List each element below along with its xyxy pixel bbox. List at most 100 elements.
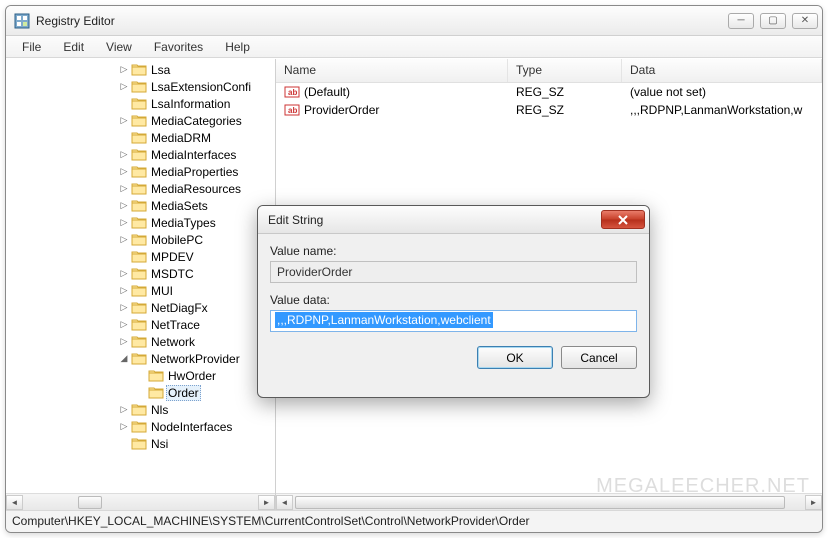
tree-label: MobilePC [149, 233, 205, 247]
tree-node[interactable]: Nsi [119, 435, 275, 452]
tree-label: MediaSets [149, 199, 210, 213]
list-row[interactable]: ab (Default) REG_SZ (value not set) [276, 83, 822, 101]
expander-icon[interactable]: ▷ [119, 217, 129, 228]
scroll-left-button[interactable]: ◄ [6, 495, 23, 510]
tree-node[interactable]: ▷ MediaTypes [119, 214, 275, 231]
tree-node[interactable]: ▷MediaCategories [119, 112, 275, 129]
cell-name: ab ProviderOrder [276, 102, 508, 118]
tree-label: LsaExtensionConfi [149, 80, 253, 94]
tree-node[interactable]: ◢NetworkProvider [119, 350, 275, 367]
column-header-name[interactable]: Name [276, 59, 508, 82]
list-row[interactable]: ab ProviderOrder REG_SZ ,,,RDPNP,LanmanW… [276, 101, 822, 119]
svg-text:ab: ab [288, 106, 297, 115]
menu-help[interactable]: Help [215, 38, 260, 56]
tree-label: MediaResources [149, 182, 243, 196]
folder-icon [131, 165, 147, 179]
expander-icon[interactable]: ▷ [119, 149, 129, 160]
tree-node[interactable]: ▷MUI [119, 282, 275, 299]
tree-node[interactable]: ▷ MobilePC [119, 231, 275, 248]
tree-node[interactable]: ▷Network [119, 333, 275, 350]
cancel-button[interactable]: Cancel [561, 346, 637, 369]
expander-icon[interactable]: ▷ [119, 421, 129, 432]
tree-label: NodeInterfaces [149, 420, 234, 434]
expander-icon[interactable]: ▷ [119, 319, 129, 330]
scroll-left-button[interactable]: ◄ [276, 495, 293, 510]
tree-label: MediaTypes [149, 216, 218, 230]
tree-label: LsaInformation [149, 97, 232, 111]
expander-icon[interactable]: ▷ [119, 81, 129, 92]
scroll-right-button[interactable]: ► [258, 495, 275, 510]
titlebar: Registry Editor ─ ▢ ✕ [6, 6, 822, 36]
cell-data: ,,,RDPNP,LanmanWorkstation,w [622, 103, 822, 117]
tree-node[interactable]: ▷ MediaResources [119, 180, 275, 197]
folder-icon [131, 216, 147, 230]
expander-icon[interactable]: ▷ [119, 64, 129, 75]
expander-icon[interactable]: ▷ [119, 166, 129, 177]
edit-string-dialog: Edit String Value name: ProviderOrder Va… [257, 205, 650, 398]
tree-node[interactable]: ▷ LsaExtensionConfi [119, 78, 275, 95]
expander-icon[interactable]: ▷ [119, 268, 129, 279]
dialog-title: Edit String [268, 213, 601, 227]
value-data-input[interactable]: ,,,RDPNP,LanmanWorkstation,webclient [270, 310, 637, 332]
expander-icon[interactable]: ◢ [119, 353, 129, 364]
scroll-thumb[interactable] [295, 496, 785, 509]
tree-hscrollbar[interactable]: ◄ ► [6, 493, 275, 510]
folder-icon [131, 233, 147, 247]
expander-icon[interactable]: ▷ [119, 302, 129, 313]
tree-node[interactable]: ▷NetDiagFx [119, 299, 275, 316]
scroll-thumb[interactable] [78, 496, 102, 509]
tree-node[interactable]: ▷ MediaSets [119, 197, 275, 214]
tree-node[interactable]: ▷MediaInterfaces [119, 146, 275, 163]
folder-icon [131, 182, 147, 196]
close-button[interactable]: ✕ [792, 13, 818, 29]
folder-icon [131, 131, 147, 145]
list-hscrollbar[interactable]: ◄ ► [276, 493, 822, 510]
value-name-input[interactable]: ProviderOrder [270, 261, 637, 283]
folder-icon [131, 80, 147, 94]
expander-icon[interactable]: ▷ [119, 285, 129, 296]
cell-name: ab (Default) [276, 84, 508, 100]
tree-node[interactable]: ▷Nls [119, 401, 275, 418]
tree-node[interactable]: MediaDRM [119, 129, 275, 146]
scroll-right-button[interactable]: ► [805, 495, 822, 510]
ok-button[interactable]: OK [477, 346, 553, 369]
folder-icon [131, 63, 147, 77]
expander-icon[interactable]: ▷ [119, 183, 129, 194]
tree-node[interactable]: ▷Lsa [119, 61, 275, 78]
expander-icon[interactable]: ▷ [119, 404, 129, 415]
scroll-track[interactable] [293, 495, 805, 510]
scroll-track[interactable] [23, 495, 258, 510]
expander-icon[interactable]: ▷ [119, 234, 129, 245]
folder-icon [131, 114, 147, 128]
statusbar: Computer\HKEY_LOCAL_MACHINE\SYSTEM\Curre… [6, 510, 822, 532]
tree-node[interactable]: Order [119, 384, 275, 401]
tree-node[interactable]: LsaInformation [119, 95, 275, 112]
column-header-data[interactable]: Data [622, 59, 822, 82]
status-path: Computer\HKEY_LOCAL_MACHINE\SYSTEM\Curre… [12, 514, 530, 528]
window-controls: ─ ▢ ✕ [728, 13, 818, 29]
tree-label: Order [166, 385, 201, 401]
folder-icon [131, 199, 147, 213]
maximize-button[interactable]: ▢ [760, 13, 786, 29]
minimize-button[interactable]: ─ [728, 13, 754, 29]
dialog-close-button[interactable] [601, 210, 645, 229]
value-data-text: ,,,RDPNP,LanmanWorkstation,webclient [275, 312, 493, 328]
folder-icon [131, 318, 147, 332]
registry-tree[interactable]: ▷Lsa▷LsaExtensionConfiLsaInformation▷Med… [6, 59, 275, 493]
tree-node[interactable]: ▷MSDTC [119, 265, 275, 282]
tree-node[interactable]: ▷MediaProperties [119, 163, 275, 180]
menu-view[interactable]: View [96, 38, 142, 56]
menu-favorites[interactable]: Favorites [144, 38, 213, 56]
column-header-type[interactable]: Type [508, 59, 622, 82]
expander-icon[interactable]: ▷ [119, 115, 129, 126]
tree-node[interactable]: ▷NetTrace [119, 316, 275, 333]
menu-edit[interactable]: Edit [53, 38, 94, 56]
tree-node[interactable]: HwOrder [119, 367, 275, 384]
folder-icon [148, 386, 164, 400]
tree-node[interactable]: MPDEV [119, 248, 275, 265]
menu-file[interactable]: File [12, 38, 51, 56]
expander-icon[interactable]: ▷ [119, 336, 129, 347]
folder-icon [148, 369, 164, 383]
tree-node[interactable]: ▷ NodeInterfaces [119, 418, 275, 435]
expander-icon[interactable]: ▷ [119, 200, 129, 211]
